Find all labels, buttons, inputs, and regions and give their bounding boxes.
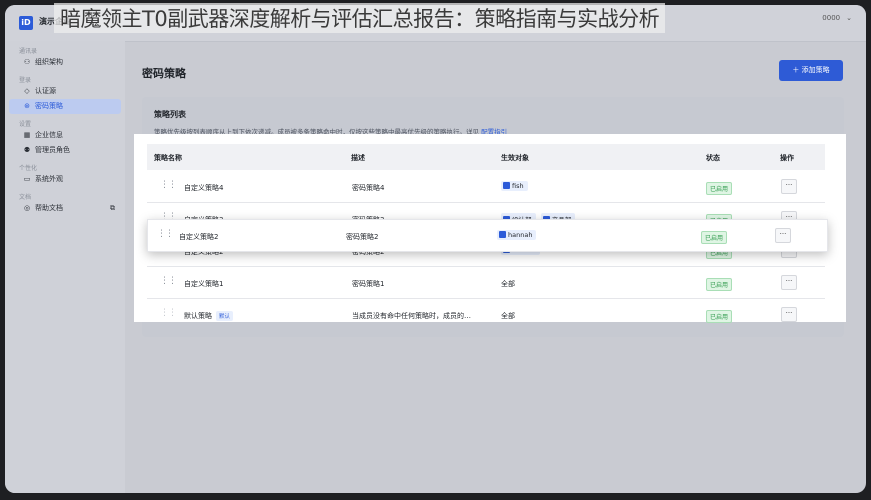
sidebar-item-enterprise-info[interactable]: ▦ 企业信息 [9, 128, 121, 143]
column-header-action: 操作 [780, 154, 794, 162]
more-actions-button[interactable]: ··· [781, 179, 797, 194]
sidebar-item-label: 组织架构 [35, 58, 63, 66]
user-tag-label: hannah [508, 231, 533, 239]
table-header: 策略名称 描述 生效对象 状态 操作 [147, 144, 825, 170]
org-icon: ⚇ [23, 58, 31, 66]
drag-handle-icon[interactable]: ⋮⋮ [157, 230, 174, 239]
user-tag: fish [501, 181, 528, 191]
sidebar-item-label: 帮助文档 [35, 204, 63, 212]
policy-name: 自定义策略2 [179, 233, 219, 241]
drag-handle-icon[interactable]: ⋮⋮ [160, 277, 177, 286]
help-doc-icon: ◎ [23, 204, 31, 212]
app-logo: iD [19, 16, 33, 30]
sidebar-item-auth-source[interactable]: ◇ 认证源 [9, 84, 121, 99]
password-policy-icon: ⊛ [24, 102, 30, 110]
sidebar-item-label: 企业信息 [35, 131, 63, 139]
column-header-status: 状态 [706, 154, 720, 162]
policy-target: hannah [497, 230, 539, 240]
auth-source-icon: ◇ [24, 87, 30, 95]
sidebar-group-label: 个性化 [19, 165, 38, 172]
user-tag-label: fish [512, 182, 524, 190]
policy-desc: 密码策略4 [352, 184, 385, 192]
policy-target: 全部 [501, 280, 515, 288]
sidebar-item-help-doc[interactable]: ◎ 帮助文档 ⧉ [9, 201, 121, 216]
column-header-target: 生效对象 [501, 154, 529, 162]
sidebar-item-label: 密码策略 [35, 102, 63, 110]
policy-name: 默认策略 默认 [184, 311, 234, 321]
monitor-icon: ▭ [23, 175, 31, 183]
sidebar-group-label: 文档 [19, 194, 32, 201]
more-actions-button[interactable]: ··· [781, 275, 797, 290]
policy-name-label: 默认策略 [184, 312, 212, 320]
drag-handle-icon[interactable]: ⋮⋮ [160, 181, 177, 190]
sidebar-item-label: 认证源 [35, 87, 56, 95]
dragging-row[interactable]: ⋮⋮ 自定义策略2 密码策略2 hannah 已启用 ··· [147, 219, 828, 252]
user-icon [503, 182, 510, 189]
table-row[interactable]: ⋮⋮ 自定义策略4 密码策略4 fish 已启用 ··· [147, 171, 825, 203]
card-title: 策略列表 [154, 110, 186, 119]
status-badge: 已启用 [706, 182, 733, 195]
chevron-down-icon: ⌄ [846, 14, 852, 22]
column-header-name: 策略名称 [154, 154, 182, 162]
policy-target: 全部 [501, 312, 515, 320]
page-title: 密码策略 [142, 67, 186, 80]
sidebar-item-label: 系统外观 [35, 175, 63, 183]
column-header-desc: 描述 [351, 154, 365, 162]
sidebar-group-label: 登录 [19, 77, 32, 84]
user-id: 0000 [822, 14, 841, 22]
policy-target: fish [501, 181, 531, 191]
sidebar-item-password-policy[interactable]: ⊛ 密码策略 [9, 99, 121, 114]
policy-name: 自定义策略1 [184, 280, 224, 288]
more-actions-button[interactable]: ··· [775, 228, 791, 243]
sidebar-item-appearance[interactable]: ▭ 系统外观 [9, 172, 121, 187]
table-row[interactable]: ⋮⋮ 自定义策略1 密码策略1 全部 已启用 ··· [147, 267, 825, 299]
policy-desc: 当成员没有命中任何策略时，成员的… [352, 312, 471, 320]
overlay-title: 暗魔领主T0副武器深度解析与评估汇总报告：策略指南与实战分析 [54, 3, 666, 33]
sidebar-item-admin-role[interactable]: ⚉ 管理员角色 [9, 143, 121, 158]
status-badge: 已启用 [701, 231, 728, 244]
policy-desc: 密码策略1 [352, 280, 385, 288]
policy-name: 自定义策略4 [184, 184, 224, 192]
external-link-icon: ⧉ [110, 204, 115, 212]
enterprise-icon: ▦ [23, 131, 31, 139]
sidebar-group-label: 通讯录 [19, 48, 38, 55]
more-actions-button[interactable]: ··· [781, 307, 797, 322]
sidebar-item-label: 管理员角色 [35, 146, 70, 154]
admin-role-icon: ⚉ [23, 146, 31, 154]
drag-handle-icon: ⋮⋮ [160, 308, 177, 318]
policy-desc: 密码策略2 [346, 233, 379, 241]
status-badge: 已启用 [706, 310, 733, 323]
sidebar: 通讯录 ⚇ 组织架构 登录 ◇ 认证源 ⊛ 密码策略 设置 ▦ 企业信息 ⚉ 管… [5, 41, 125, 493]
user-icon [499, 231, 506, 238]
user-tag: hannah [497, 230, 537, 240]
sidebar-group-label: 设置 [19, 121, 32, 128]
table-row[interactable]: ⋮⋮ 默认策略 默认 当成员没有命中任何策略时，成员的… 全部 已启用 ··· [147, 299, 825, 330]
user-menu[interactable]: 0000 ⌄ [822, 14, 852, 22]
add-policy-button[interactable]: ＋ 添加策略 [779, 60, 843, 81]
status-badge: 已启用 [706, 278, 733, 291]
default-badge: 默认 [216, 311, 234, 321]
sidebar-item-org[interactable]: ⚇ 组织架构 [9, 55, 121, 70]
